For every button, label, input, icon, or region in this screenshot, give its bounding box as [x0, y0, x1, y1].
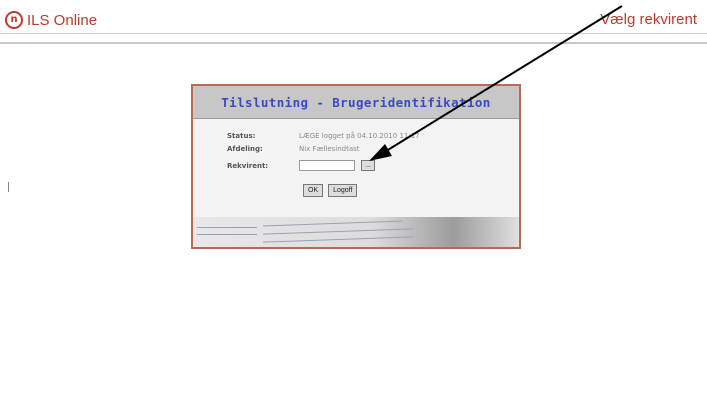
- status-value: LÆGE logget på 04.10.2010 11:17: [299, 132, 420, 140]
- dialog-title: Tilslutning - Brugeridentifikation: [221, 94, 491, 110]
- app-logo: n ILS Online: [5, 8, 97, 32]
- requester-label: Rekvirent:: [227, 161, 269, 170]
- decorative-banner-image: [193, 217, 519, 247]
- action-buttons: OK Logoff: [303, 184, 358, 197]
- requester-input[interactable]: [299, 160, 355, 171]
- banner-line: [263, 236, 413, 243]
- header-divider: [0, 33, 707, 34]
- app-title: ILS Online: [27, 11, 98, 29]
- department-row: Afdeling: Nix Fællesindtast: [227, 145, 360, 153]
- status-label: Status:: [227, 132, 256, 140]
- requester-row: Rekvirent: ...: [227, 160, 375, 171]
- banner-line: [263, 220, 403, 227]
- department-value: Nix Fællesindtast: [299, 145, 360, 153]
- page-heading: Vælg rekvirent: [600, 11, 697, 28]
- logoff-button[interactable]: Logoff: [328, 184, 358, 197]
- dialog-header: Tilslutning - Brugeridentifikation: [193, 86, 519, 119]
- status-row: Status: LÆGE logget på 04.10.2010 11:17: [227, 132, 420, 140]
- text-cursor-mark: [8, 182, 9, 192]
- logo-icon: n: [5, 11, 23, 29]
- banner-line: [263, 228, 413, 235]
- banner-line: [197, 234, 257, 235]
- login-dialog: Tilslutning - Brugeridentifikation Statu…: [191, 84, 521, 249]
- header-divider-lower: [0, 42, 707, 44]
- top-bar: n ILS Online Vælg rekvirent: [0, 0, 707, 44]
- banner-line: [197, 227, 257, 228]
- ok-button[interactable]: OK: [303, 184, 324, 197]
- requester-lookup-button[interactable]: ...: [361, 160, 375, 171]
- department-label: Afdeling:: [227, 145, 263, 153]
